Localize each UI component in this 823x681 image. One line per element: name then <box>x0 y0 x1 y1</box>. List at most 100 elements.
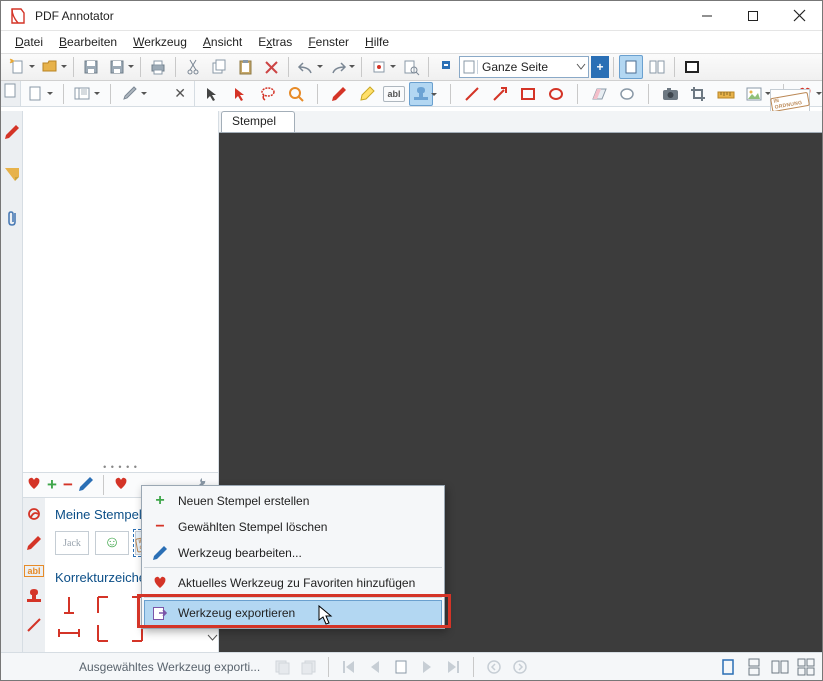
settings-button[interactable] <box>118 82 142 106</box>
proofmark-1[interactable] <box>55 594 83 616</box>
edit-icon[interactable] <box>79 477 93 494</box>
whiteout-tool[interactable] <box>615 82 639 106</box>
strip-text-icon-2[interactable]: abI <box>24 565 43 577</box>
delete-button[interactable] <box>259 55 283 79</box>
strip-highlight-icon-2[interactable] <box>27 536 41 553</box>
zoom-value: Ganze Seite <box>478 60 574 74</box>
arrow-tool[interactable] <box>488 82 512 106</box>
strip-pen-icon-2[interactable] <box>28 508 41 524</box>
page-fit-icon <box>460 60 478 74</box>
eraser-tool[interactable] <box>587 82 611 106</box>
new-document-button[interactable] <box>6 55 30 79</box>
cut-button[interactable] <box>181 55 205 79</box>
zoom-in-button[interactable]: + <box>591 56 609 78</box>
text-tool[interactable]: abI <box>383 86 405 102</box>
status-next-annotation[interactable] <box>298 657 318 677</box>
snapshot-tool[interactable] <box>658 82 682 106</box>
pointer-tool[interactable] <box>200 82 224 106</box>
save-button[interactable] <box>79 55 103 79</box>
line-tool[interactable] <box>460 82 484 106</box>
nav-first-button[interactable] <box>339 657 359 677</box>
maximize-button[interactable] <box>730 1 776 31</box>
layout-single-page-button[interactable] <box>619 55 643 79</box>
undo-button[interactable] <box>294 55 318 79</box>
strip-pen-icon[interactable] <box>5 125 19 142</box>
strip-note-icon[interactable] <box>5 168 19 184</box>
fullscreen-button[interactable] <box>680 55 704 79</box>
menu-datei[interactable]: Datei <box>7 33 51 51</box>
menu-fenster[interactable]: Fenster <box>300 33 357 51</box>
page-view-button[interactable] <box>71 82 95 106</box>
add-icon[interactable]: + <box>47 475 57 495</box>
status-prev-annotation[interactable] <box>272 657 292 677</box>
measure-tool[interactable] <box>714 82 738 106</box>
commit-annotations-button[interactable] <box>367 55 391 79</box>
ctx-export-tool[interactable]: Werkzeug exportieren <box>144 600 442 626</box>
strip-stamp-icon-2[interactable] <box>26 589 42 606</box>
ctx-delete-stamp[interactable]: − Gewählten Stempel löschen <box>144 514 442 540</box>
open-button[interactable] <box>38 55 62 79</box>
resize-handle[interactable]: • • • • • <box>23 462 218 472</box>
redo-button[interactable] <box>326 55 350 79</box>
left-tool-strip <box>1 111 23 652</box>
layout-two-page-button[interactable] <box>645 55 669 79</box>
nav-back-button[interactable] <box>484 657 504 677</box>
nav-forward-button[interactable] <box>510 657 530 677</box>
copy-button[interactable] <box>207 55 231 79</box>
menu-werkzeug[interactable]: Werkzeug <box>125 33 195 51</box>
zoom-out-button[interactable] <box>434 55 458 79</box>
ctx-add-favorite[interactable]: Aktuelles Werkzeug zu Favoriten hinzufüg… <box>144 570 442 598</box>
view-single-button[interactable] <box>718 657 738 677</box>
nav-next-button[interactable] <box>417 657 437 677</box>
view-two-continuous-button[interactable] <box>796 657 816 677</box>
ctx-edit-tool[interactable]: Werkzeug bearbeiten... <box>144 540 442 568</box>
save-as-button[interactable] <box>105 55 129 79</box>
proofmark-2[interactable] <box>89 594 117 616</box>
marker-tool[interactable] <box>355 82 379 106</box>
view-two-page-button[interactable] <box>770 657 790 677</box>
menu-extras[interactable]: Extras <box>250 33 300 51</box>
menu-hilfe[interactable]: Hilfe <box>357 33 397 51</box>
view-continuous-button[interactable] <box>744 657 764 677</box>
main-toolbar: Ganze Seite + <box>1 53 822 81</box>
nav-page-indicator[interactable] <box>391 657 411 677</box>
image-tool[interactable] <box>742 82 766 106</box>
chevron-down-icon[interactable] <box>208 630 217 644</box>
nav-last-button[interactable] <box>443 657 463 677</box>
minimize-button[interactable] <box>684 1 730 31</box>
zoom-tool[interactable] <box>284 82 308 106</box>
menu-ansicht[interactable]: Ansicht <box>195 33 250 51</box>
close-panel-button[interactable]: ✕ <box>168 85 192 102</box>
rect-tool[interactable] <box>516 82 540 106</box>
zoom-select[interactable]: Ganze Seite <box>459 56 589 78</box>
find-button[interactable] <box>399 55 423 79</box>
status-bar: Ausgewähltes Werkzeug exporti... <box>1 652 822 680</box>
pan-tool[interactable] <box>228 82 252 106</box>
category-my-stamps-label: Meine Stempel <box>55 507 142 522</box>
stamp-thumb-smiley[interactable]: ☺ <box>95 531 129 555</box>
print-button[interactable] <box>146 55 170 79</box>
crop-tool[interactable] <box>686 82 710 106</box>
heart-icon-2[interactable] <box>114 477 128 493</box>
nav-prev-button[interactable] <box>365 657 385 677</box>
close-button[interactable] <box>776 1 822 31</box>
lasso-tool[interactable] <box>256 82 280 106</box>
paste-button[interactable] <box>233 55 257 79</box>
new-page-button[interactable] <box>24 82 48 106</box>
stamp-tool[interactable] <box>409 82 433 106</box>
proofmark-5[interactable] <box>55 622 83 644</box>
pen-tool[interactable] <box>327 82 351 106</box>
heart-icon[interactable] <box>27 477 41 493</box>
tab-stempel[interactable]: Stempel <box>221 111 295 132</box>
panel-tab-pages-icon[interactable] <box>4 83 17 102</box>
document-tab-row: Stempel <box>219 111 822 133</box>
ellipse-tool[interactable] <box>544 82 568 106</box>
ctx-new-stamp[interactable]: + Neuen Stempel erstellen <box>144 488 442 514</box>
strip-attachment-icon[interactable] <box>6 210 18 229</box>
menu-bearbeiten[interactable]: Bearbeiten <box>51 33 125 51</box>
strip-line-icon-2[interactable] <box>27 618 41 635</box>
remove-icon[interactable]: − <box>63 475 73 495</box>
proofmark-6[interactable] <box>89 622 117 644</box>
window-title: PDF Annotator <box>35 9 684 23</box>
stamp-thumb-signature[interactable]: Jack <box>55 531 89 555</box>
